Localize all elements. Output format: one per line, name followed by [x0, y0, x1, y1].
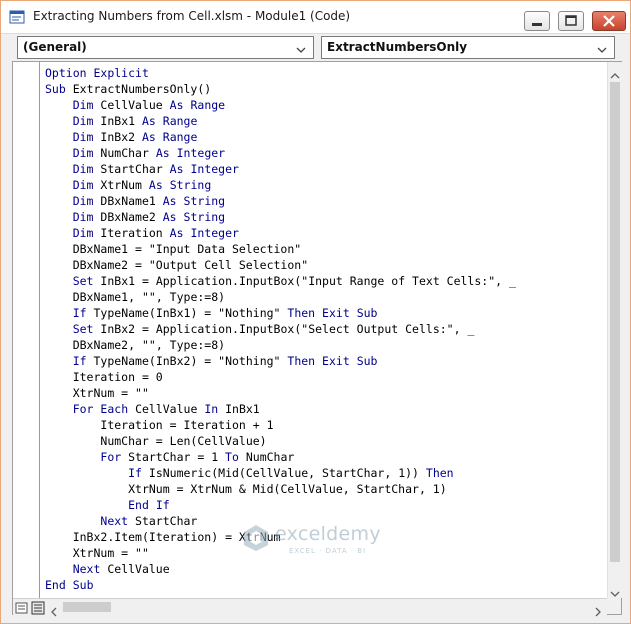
- vba-module-icon: [9, 9, 25, 25]
- procedure-dropdown-value: ExtractNumbersOnly: [327, 40, 468, 54]
- close-icon: [603, 15, 615, 27]
- scroll-right-icon[interactable]: [593, 602, 603, 617]
- window-title: Extracting Numbers from Cell.xlsm - Modu…: [33, 9, 351, 23]
- code-line[interactable]: Option Explicit: [45, 66, 149, 80]
- procedure-view-icon[interactable]: [15, 600, 29, 614]
- code-line[interactable]: Dim NumChar As Integer: [45, 146, 225, 160]
- code-line[interactable]: Set InBx1 = Application.InputBox("Input …: [45, 274, 516, 288]
- watermark-tagline: EXCEL · DATA · BI: [289, 547, 367, 555]
- close-button[interactable]: [592, 11, 626, 31]
- size-grip: [607, 598, 621, 614]
- code-line[interactable]: DBxName2 = "Output Cell Selection": [45, 258, 308, 272]
- code-line[interactable]: DBxName2, "", Type:=8): [45, 338, 225, 352]
- exceldemy-logo-icon: [244, 525, 268, 551]
- code-line[interactable]: Iteration = 0: [45, 370, 163, 384]
- code-line[interactable]: Dim Iteration As Integer: [45, 226, 239, 240]
- watermark-name: exceldemy: [275, 523, 381, 545]
- object-dropdown[interactable]: (General): [17, 36, 314, 59]
- vertical-scroll-thumb[interactable]: [610, 82, 620, 562]
- code-line[interactable]: Dim InBx2 As Range: [45, 130, 198, 144]
- margin-indicator-bar[interactable]: [13, 62, 40, 598]
- title-bar[interactable]: Extracting Numbers from Cell.xlsm - Modu…: [1, 1, 630, 34]
- scroll-down-icon[interactable]: [610, 584, 620, 597]
- minimize-icon: [532, 23, 542, 26]
- code-line[interactable]: End Sub: [45, 578, 94, 592]
- code-line[interactable]: DBxName1 = "Input Data Selection": [45, 242, 302, 256]
- code-line[interactable]: For StartChar = 1 To NumChar: [45, 450, 294, 464]
- maximize-icon: [565, 15, 577, 26]
- scroll-left-icon[interactable]: [49, 602, 59, 617]
- code-text[interactable]: Option Explicit Sub ExtractNumbersOnly()…: [45, 65, 516, 593]
- code-line[interactable]: If TypeName(InBx1) = "Nothing" Then Exit…: [45, 306, 378, 320]
- vertical-scrollbar[interactable]: [607, 62, 622, 598]
- code-line[interactable]: Next CellValue: [45, 562, 170, 576]
- code-line[interactable]: If TypeName(InBx2) = "Nothing" Then Exit…: [45, 354, 378, 368]
- vba-code-window: Extracting Numbers from Cell.xlsm - Modu…: [0, 0, 631, 624]
- code-line[interactable]: Dim XtrNum As String: [45, 178, 212, 192]
- code-line[interactable]: Dim DBxName1 As String: [45, 194, 225, 208]
- chevron-down-icon: [295, 42, 307, 54]
- code-line[interactable]: XtrNum = "": [45, 386, 149, 400]
- horizontal-scrollbar[interactable]: [13, 598, 607, 617]
- code-line[interactable]: Dim StartChar As Integer: [45, 162, 239, 176]
- code-line[interactable]: Dim DBxName2 As String: [45, 210, 225, 224]
- code-line[interactable]: DBxName1, "", Type:=8): [45, 290, 225, 304]
- scroll-up-icon[interactable]: [610, 66, 620, 79]
- code-line[interactable]: XtrNum = "": [45, 546, 149, 560]
- chevron-down-icon: [596, 42, 608, 54]
- code-line[interactable]: Iteration = Iteration + 1: [45, 418, 273, 432]
- horizontal-scroll-thumb[interactable]: [63, 602, 111, 612]
- code-line[interactable]: End If: [45, 498, 170, 512]
- code-line[interactable]: Next StartChar: [45, 514, 197, 528]
- full-module-view-icon[interactable]: [31, 600, 45, 615]
- code-line[interactable]: Dim CellValue As Range: [45, 98, 225, 112]
- exceldemy-watermark: exceldemy EXCEL · DATA · BI: [239, 521, 389, 561]
- code-line[interactable]: XtrNum = XtrNum & Mid(CellValue, StartCh…: [45, 482, 447, 496]
- maximize-button[interactable]: [558, 11, 584, 31]
- code-line[interactable]: Sub ExtractNumbersOnly(): [45, 82, 211, 96]
- code-line[interactable]: For Each CellValue In InBx1: [45, 402, 260, 416]
- code-line[interactable]: Set InBx2 = Application.InputBox("Select…: [45, 322, 475, 336]
- code-line[interactable]: If IsNumeric(Mid(CellValue, StartChar, 1…: [45, 466, 454, 480]
- procedure-dropdown[interactable]: ExtractNumbersOnly: [321, 36, 615, 59]
- code-line[interactable]: Dim InBx1 As Range: [45, 114, 198, 128]
- code-line[interactable]: NumChar = Len(CellValue): [45, 434, 266, 448]
- minimize-button[interactable]: [524, 11, 550, 31]
- object-dropdown-value: (General): [23, 40, 87, 54]
- procedure-bar: (General) ExtractNumbersOnly: [1, 34, 630, 61]
